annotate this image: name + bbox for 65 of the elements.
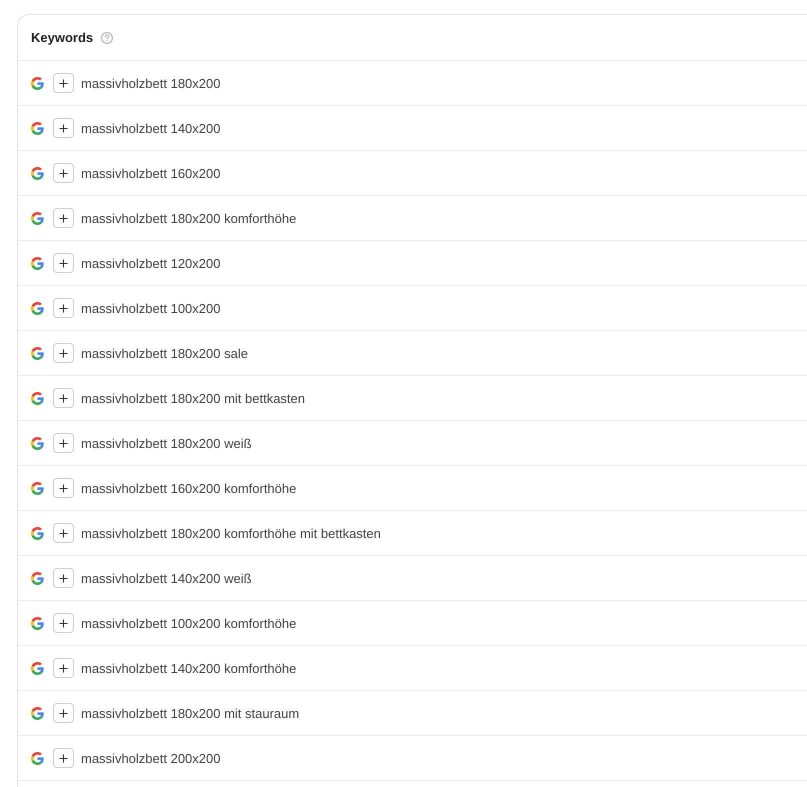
add-button[interactable] [53, 433, 74, 453]
keyword-text: massivholzbett 160x200 [81, 166, 220, 180]
keyword-text: massivholzbett 120x200 [81, 256, 220, 270]
add-button[interactable] [53, 163, 74, 183]
g-logo-icon [31, 256, 44, 270]
keyword-text: massivholzbett 180x200 komforthöhe mit bettkasten [81, 526, 381, 540]
add-button[interactable] [53, 703, 74, 723]
g-logo-icon [31, 752, 44, 764]
plus-icon [59, 394, 68, 402]
keyword-text: massivholzbett 100x200 [81, 300, 220, 316]
g-logo-icon [31, 166, 44, 180]
plus-icon [59, 168, 68, 178]
plus-icon [59, 754, 68, 762]
keyword-text: massivholzbett 100x200 komforthöhe [81, 616, 296, 630]
plus-icon [59, 618, 68, 628]
add-button[interactable] [53, 118, 74, 138]
g-logo-icon [31, 662, 44, 674]
keyword-text: massivholzbett 180x200 mit bettkasten [81, 390, 306, 406]
plus-icon [59, 528, 68, 538]
plus-icon [59, 438, 68, 448]
add-button[interactable] [53, 388, 74, 408]
keyword-text: massivholzbett 200x200 [81, 750, 220, 766]
keyword-text: massivholzbett 180x200 sale [81, 346, 248, 360]
add-button[interactable] [53, 613, 74, 633]
g-logo-icon [31, 76, 44, 90]
add-button[interactable] [53, 73, 74, 93]
plus-icon [59, 574, 68, 582]
g-logo-icon [31, 122, 44, 134]
keyword-text: massivholzbett 180x200 [81, 76, 220, 90]
keyword-text: massivholzbett 160x200 komforthöhe [81, 480, 296, 496]
g-logo-icon [31, 346, 44, 360]
plus-icon [59, 78, 68, 88]
g-logo-icon [31, 302, 44, 314]
plus-icon [59, 664, 68, 672]
plus-icon [59, 484, 68, 492]
add-button[interactable] [53, 208, 74, 228]
add-button[interactable] [53, 748, 74, 768]
add-button[interactable] [53, 343, 74, 363]
keyword-text: massivholzbett 180x200 weiß [81, 436, 252, 450]
keyword-text: massivholzbett 140x200 komforthöhe [81, 660, 296, 676]
g-logo-icon [31, 212, 44, 224]
plus-icon [59, 214, 68, 222]
plus-icon [59, 124, 68, 132]
plus-icon [59, 304, 68, 312]
add-button[interactable] [53, 253, 74, 273]
add-button[interactable] [53, 568, 74, 588]
g-logo-icon [31, 706, 44, 720]
keyword-text: massivholzbett 140x200 weiß [81, 570, 252, 586]
keyword-text: massivholzbett 140x200 [81, 120, 220, 136]
g-logo-icon [31, 392, 44, 404]
g-logo-icon [31, 482, 44, 494]
keyword-text: massivholzbett 180x200 mit stauraum [81, 706, 300, 720]
plus-icon [59, 258, 68, 268]
add-button[interactable] [53, 478, 74, 498]
g-logo-icon [31, 572, 44, 584]
add-button[interactable] [53, 658, 74, 678]
g-logo-icon [31, 526, 44, 540]
g-logo-icon [31, 616, 44, 630]
add-button[interactable] [53, 523, 74, 543]
keyword-text: massivholzbett 180x200 komforthöhe [81, 210, 296, 226]
g-logo-icon [31, 436, 44, 450]
plus-icon [59, 348, 68, 358]
add-button[interactable] [53, 298, 74, 318]
panel-title: Keywords [31, 30, 94, 45]
plus-icon [59, 708, 68, 718]
